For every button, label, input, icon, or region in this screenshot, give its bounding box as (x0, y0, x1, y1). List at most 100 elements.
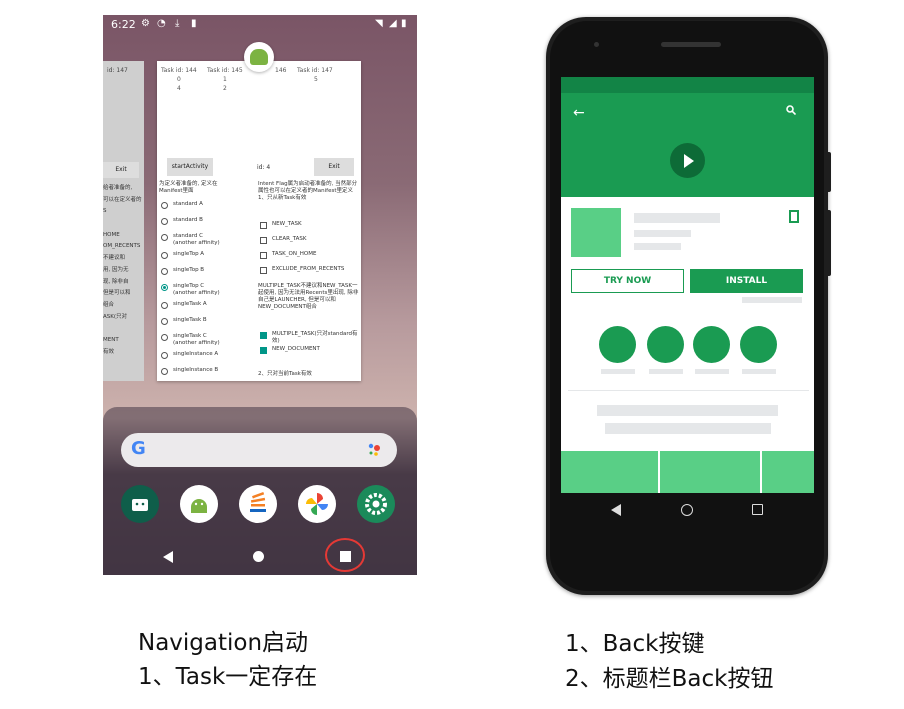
battery-icon: ▮ (401, 18, 407, 29)
launch-mode-label: singleTask A (173, 301, 207, 307)
launch-mode-label: singleTask C (another affinity) (173, 333, 220, 346)
play-video-icon[interactable] (670, 143, 705, 178)
home-icon[interactable] (681, 504, 693, 516)
launch-mode-label: singleTop A (173, 251, 205, 257)
launch-mode-label: singleTop B (173, 267, 205, 273)
launch-mode-intro: 为定义者准备的, 定义在Manifest里面 (159, 181, 218, 194)
task-cell: 1 (223, 76, 227, 83)
install-button[interactable]: INSTALL (690, 269, 803, 293)
install-sub-placeholder (742, 297, 802, 303)
caption-right-line2: 2、标题栏Back按钮 (565, 666, 774, 692)
meta-placeholder (634, 243, 681, 250)
home-icon[interactable] (253, 551, 264, 562)
task-id-label: 146 (275, 67, 287, 74)
current-task-note: 2、只对当前Task有效 (258, 371, 312, 377)
task-id-grid: Task id: 144 Task id: 145 146 Task id: 1… (157, 61, 361, 155)
tile-separator (760, 451, 762, 493)
radio-icon[interactable] (161, 202, 168, 209)
radio-icon[interactable] (161, 234, 168, 241)
android-app-icon[interactable] (180, 485, 218, 523)
rating-circle (647, 326, 684, 363)
partial-line: HOME (103, 231, 120, 238)
partial-line (103, 323, 143, 335)
rating-label-placeholder (601, 369, 635, 374)
task-id-label: Task id: 147 (297, 67, 333, 74)
launch-mode-label: singleTop C (another affinity) (173, 283, 220, 296)
radio-icon[interactable] (161, 284, 168, 291)
intent-flag-list: NEW_TASK CLEAR_TASK TASK_ON_HOME EXCLUDE_FR… (260, 221, 360, 291)
back-icon[interactable] (611, 504, 621, 516)
photos-app-icon[interactable] (298, 485, 336, 523)
card-task-id: id: 147 (107, 67, 128, 74)
recents-card-previous[interactable]: id: 147 Exit 给者准备的, 可以在定义者的 S HOME OM_RECENT… (103, 61, 144, 381)
checkbox-icon[interactable] (260, 347, 267, 354)
navigation-bar (103, 538, 417, 575)
search-icon[interactable] (786, 105, 796, 115)
intent-flag-label: MULTIPLE_TASK(只对standard有效) (272, 331, 358, 344)
radio-icon[interactable] (161, 302, 168, 309)
radio-icon[interactable] (161, 252, 168, 259)
speaker-grille (661, 42, 721, 47)
radio-icon[interactable] (161, 334, 168, 341)
stackoverflow-app-icon[interactable] (239, 485, 277, 523)
download-icon: ⤓ (175, 18, 180, 29)
screenshot-tiles[interactable] (561, 451, 814, 493)
status-bar: 6:22 ⚙ ◔ ⤓ ▮ ◥ ◢ ▮ (103, 15, 417, 35)
checkbox-icon[interactable] (260, 267, 267, 274)
google-search-bar[interactable]: G (121, 433, 397, 467)
launcher-app-icon[interactable] (121, 485, 159, 523)
multiple-task-note: MULTIPLE_TASK不建议和NEW_TASK一起使用, 因为无法用Rece… (258, 283, 359, 310)
assistant-icon[interactable] (367, 442, 383, 458)
launch-mode-list: standard A standard B standard C (another … (159, 201, 255, 381)
app-thumbnail (571, 208, 621, 257)
wifi-icon: ◥ (375, 18, 383, 29)
launch-mode-label: singleTask B (173, 317, 207, 323)
rating-label-placeholder (695, 369, 729, 374)
partial-line: 有效 (103, 348, 115, 355)
cell-icon: ◢ (389, 18, 397, 29)
checkbox-icon[interactable] (260, 237, 267, 244)
title-placeholder (634, 213, 720, 223)
partial-line: 不建议和 (103, 255, 126, 262)
rating-circle (599, 326, 636, 363)
volume-button (827, 210, 831, 276)
app-bar: ← (561, 93, 814, 197)
task-id-label: Task id: 145 (207, 67, 243, 74)
bookmark-add-icon[interactable] (789, 210, 799, 223)
recents-icon[interactable] (752, 504, 763, 515)
checkbox-icon[interactable] (260, 222, 267, 229)
partial-line: 可以在定义者的 (103, 196, 142, 203)
settings-app-icon[interactable] (357, 485, 395, 523)
checkbox-icon[interactable] (260, 332, 267, 339)
google-logo-icon: G (131, 438, 146, 459)
radio-icon[interactable] (161, 268, 168, 275)
recents-card-current[interactable]: Task id: 144 Task id: 145 146 Task id: 1… (157, 61, 361, 381)
task-id-label: Task id: 144 (161, 67, 197, 74)
caption-right-line1: 1、Back按键 (565, 631, 705, 657)
app-store-screen: ← TRY NOW INSTALL (561, 77, 814, 493)
android-icon (250, 49, 268, 65)
radio-icon[interactable] (161, 368, 168, 375)
launch-mode-label: standard A (173, 201, 203, 207)
description-placeholder (605, 423, 771, 434)
rating-label-placeholder (742, 369, 776, 374)
power-button (827, 152, 831, 192)
intent-flag-label: TASK_ON_HOME (272, 251, 317, 257)
partial-line: OM_RECENTS (103, 243, 141, 250)
launch-mode-label: singleInstance A (173, 351, 219, 357)
start-activity-button[interactable]: startActivity (167, 158, 213, 176)
subtitle-placeholder (634, 230, 691, 237)
back-icon[interactable] (163, 551, 173, 563)
left-exit-button[interactable]: Exit (103, 162, 139, 178)
signal-icon: ◔ (157, 18, 166, 29)
try-now-button[interactable]: TRY NOW (571, 269, 684, 293)
phone-navigation-bar (561, 493, 814, 527)
exit-button[interactable]: Exit (314, 158, 354, 176)
launch-mode-label: singleInstance B (173, 367, 219, 373)
app-icon-android[interactable] (244, 42, 274, 72)
radio-icon[interactable] (161, 352, 168, 359)
radio-icon[interactable] (161, 318, 168, 325)
back-arrow-icon[interactable]: ← (573, 105, 585, 121)
checkbox-icon[interactable] (260, 252, 267, 259)
radio-icon[interactable] (161, 218, 168, 225)
